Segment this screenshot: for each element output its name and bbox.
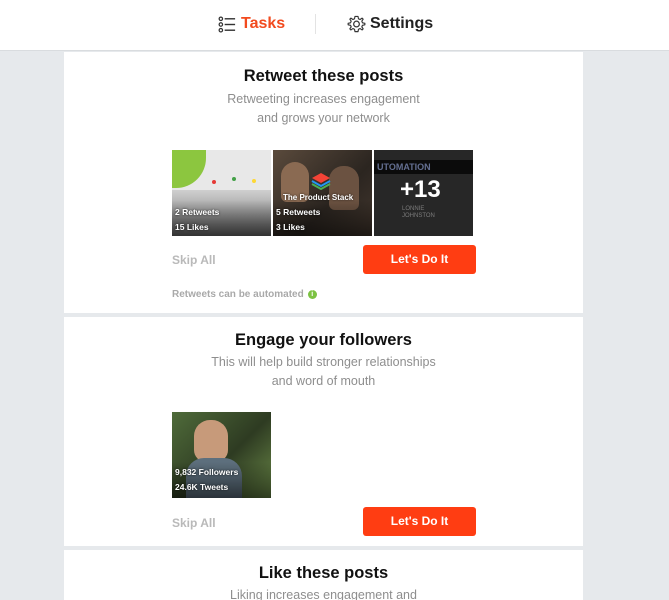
more-posts-thumbnail[interactable]: UTOMATION LONNIE JOHNSTON +13 xyxy=(374,150,473,236)
skip-all-button[interactable]: Skip All xyxy=(172,516,216,530)
like-count: 15 Likes xyxy=(175,222,209,232)
post-thumbnail[interactable]: The Product Stack 5 Retweets 3 Likes xyxy=(273,150,372,236)
card-title: Retweet these posts xyxy=(243,67,404,85)
logo-icon xyxy=(311,173,331,190)
follower-count: 9,832 Followers xyxy=(175,467,239,477)
top-navigation: Tasks Settings xyxy=(0,0,669,51)
follower-thumbnail[interactable]: 9,832 Followers 24.6K Tweets xyxy=(172,412,271,498)
thumbnail-graphic-dot xyxy=(252,179,256,183)
like-posts-card: Like these posts Liking increases engage… xyxy=(64,550,583,600)
retweet-count: 5 Retweets xyxy=(276,207,321,217)
list-icon xyxy=(218,15,236,33)
tweet-count: 24.6K Tweets xyxy=(175,482,229,492)
thumbnail-caption: The Product Stack xyxy=(283,193,354,202)
card-subtitle-line2: and word of mouth xyxy=(271,374,376,388)
lets-do-it-button[interactable]: Let's Do It xyxy=(363,507,476,536)
card-subtitle-line1: Liking increases engagement and xyxy=(230,588,417,600)
tab-tasks-label: Tasks xyxy=(241,15,286,32)
thumbnail-graphic-dot xyxy=(232,177,236,181)
tab-divider xyxy=(315,14,316,34)
engage-followers-card: Engage your followers This will help bui… xyxy=(64,317,583,546)
info-icon[interactable]: i xyxy=(307,290,317,299)
card-title: Like these posts xyxy=(258,564,389,582)
tab-tasks[interactable]: Tasks xyxy=(218,13,285,35)
like-count: 3 Likes xyxy=(276,222,305,232)
tab-settings[interactable]: Settings xyxy=(347,13,433,35)
avatar xyxy=(194,420,228,462)
automation-note-text: Retweets can be automated xyxy=(172,289,304,300)
more-posts-count: +13 xyxy=(400,176,441,203)
thumbnail-graphic-dot xyxy=(212,180,216,184)
skip-all-button[interactable]: Skip All xyxy=(172,253,216,267)
card-subtitle-line2: and grows your network xyxy=(257,111,390,125)
automation-note: Retweets can be automated i xyxy=(172,289,317,300)
retweet-count: 2 Retweets xyxy=(175,207,220,217)
card-title: Engage your followers xyxy=(235,331,412,349)
gear-icon xyxy=(347,15,366,32)
lets-do-it-button[interactable]: Let's Do It xyxy=(363,245,476,274)
card-subtitle-line1: Retweeting increases engagement xyxy=(227,92,420,106)
retweet-card: Retweet these posts Retweeting increases… xyxy=(64,52,583,313)
thumbnail-graphic xyxy=(172,150,206,188)
post-thumbnail[interactable]: 2 Retweets 15 Likes xyxy=(172,150,271,236)
tab-settings-label: Settings xyxy=(370,15,434,32)
card-subtitle-line1: This will help build stronger relationsh… xyxy=(211,355,436,369)
